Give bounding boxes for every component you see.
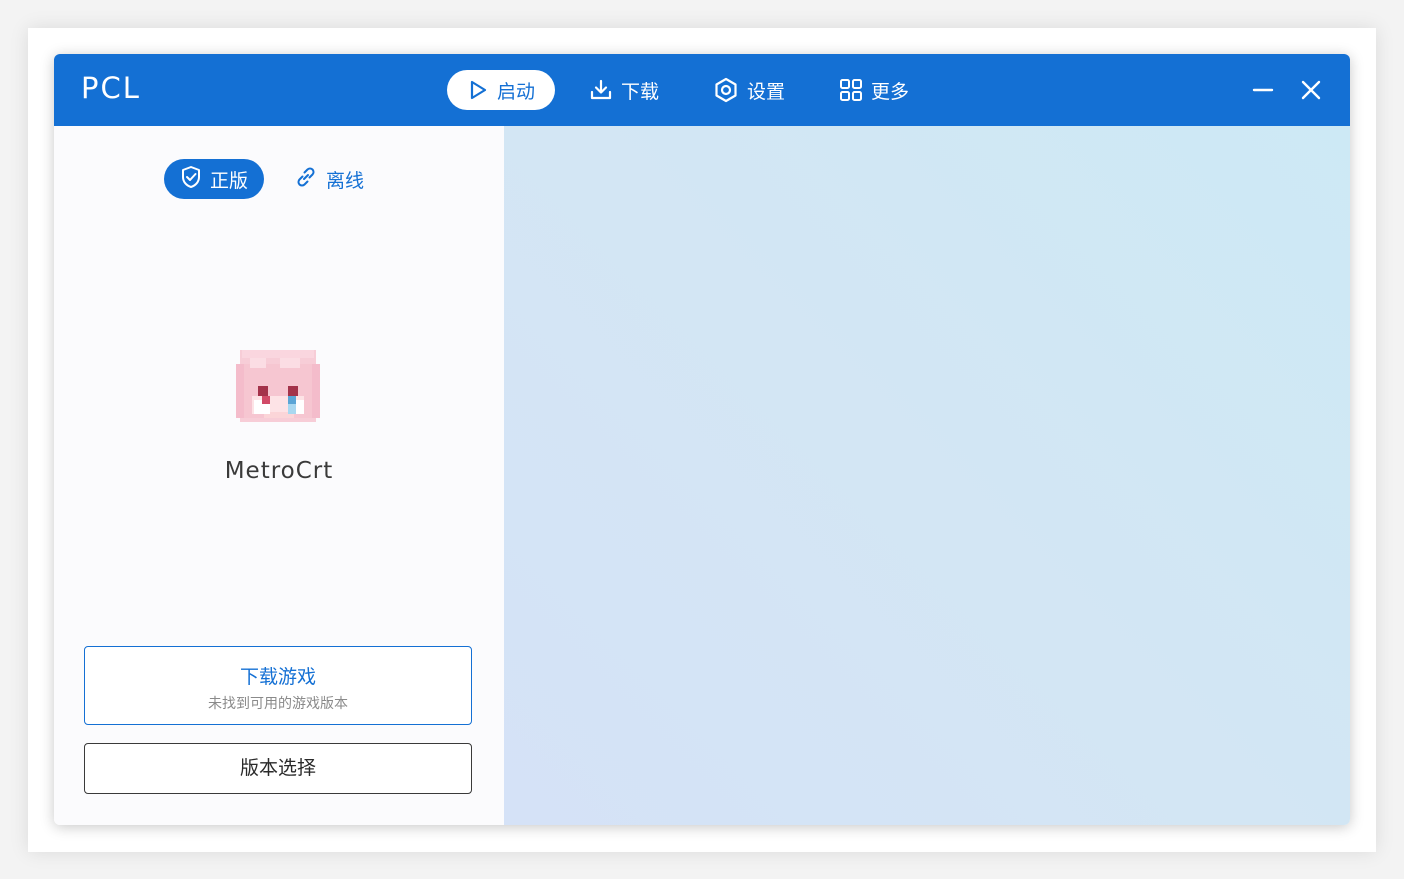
content-area — [504, 126, 1350, 825]
download-game-sublabel: 未找到可用的游戏版本 — [208, 696, 348, 712]
close-icon — [1299, 80, 1323, 106]
username-label: MetroCrt — [224, 458, 334, 484]
mode-offline[interactable]: 离线 — [278, 159, 380, 199]
mode-online-label: 正版 — [210, 169, 249, 192]
link-icon — [294, 165, 318, 194]
grid-icon — [839, 78, 863, 102]
app-window: PCL 启动 下载 设置 更多 正版 离线 MetroCrt 下载游戏 未找到可… — [54, 54, 1350, 825]
pixel-skin-head-icon[interactable] — [236, 350, 320, 422]
login-mode-switch: 正版 离线 — [164, 159, 380, 199]
version-select-button[interactable]: 版本选择 — [84, 743, 472, 794]
settings-icon — [713, 77, 739, 103]
download-icon — [589, 78, 613, 102]
download-game-label: 下载游戏 — [239, 666, 316, 688]
minimize-button[interactable] — [1251, 78, 1275, 102]
mode-offline-label: 离线 — [326, 169, 365, 192]
download-game-button[interactable]: 下载游戏 未找到可用的游戏版本 — [84, 646, 472, 725]
nav-more-label: 更多 — [871, 80, 910, 103]
nav-download-label: 下载 — [621, 80, 660, 103]
app-title: PCL — [81, 71, 141, 105]
play-icon — [467, 79, 489, 101]
shield-check-icon — [180, 165, 202, 194]
account-panel: 正版 离线 MetroCrt 下载游戏 未找到可用的游戏版本 版本选择 — [54, 126, 504, 825]
minimize-icon — [1251, 87, 1275, 106]
title-bar[interactable]: PCL 启动 下载 设置 更多 — [54, 54, 1350, 126]
nav-launch[interactable]: 启动 — [447, 70, 556, 110]
nav-settings-label: 设置 — [747, 80, 786, 103]
main-nav: 启动 下载 设置 更多 — [447, 70, 943, 110]
nav-more[interactable]: 更多 — [819, 70, 929, 110]
nav-launch-label: 启动 — [497, 80, 536, 103]
nav-download[interactable]: 下载 — [569, 70, 679, 110]
nav-settings[interactable]: 设置 — [693, 70, 805, 110]
close-button[interactable] — [1299, 78, 1323, 102]
mode-online[interactable]: 正版 — [164, 159, 265, 199]
